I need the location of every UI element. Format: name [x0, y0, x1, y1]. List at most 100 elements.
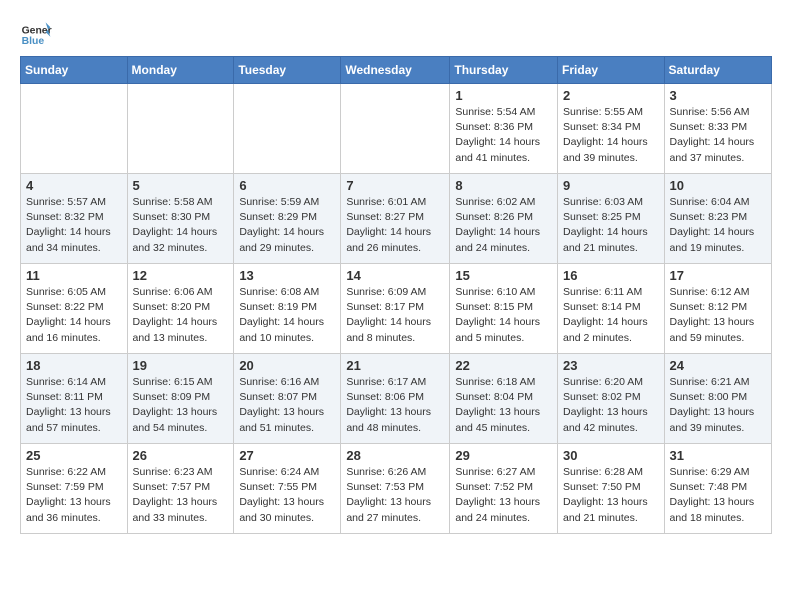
- day-number: 1: [455, 88, 552, 103]
- calendar-week-1: 1 Sunrise: 5:54 AM Sunset: 8:36 PM Daylig…: [21, 84, 772, 174]
- calendar-cell: 8 Sunrise: 6:02 AM Sunset: 8:26 PM Daylig…: [450, 174, 558, 264]
- calendar-cell: 1 Sunrise: 5:54 AM Sunset: 8:36 PM Daylig…: [450, 84, 558, 174]
- day-of-week-friday: Friday: [558, 57, 665, 84]
- day-info: Sunrise: 5:54 AM Sunset: 8:36 PM Dayligh…: [455, 105, 552, 166]
- day-info: Sunrise: 6:02 AM Sunset: 8:26 PM Dayligh…: [455, 195, 552, 256]
- svg-text:Blue: Blue: [22, 36, 45, 47]
- day-info: Sunrise: 6:28 AM Sunset: 7:50 PM Dayligh…: [563, 465, 659, 526]
- calendar-week-2: 4 Sunrise: 5:57 AM Sunset: 8:32 PM Daylig…: [21, 174, 772, 264]
- calendar-cell: 21 Sunrise: 6:17 AM Sunset: 8:06 PM Dayli…: [341, 354, 450, 444]
- day-info: Sunrise: 6:21 AM Sunset: 8:00 PM Dayligh…: [670, 375, 766, 436]
- day-info: Sunrise: 6:22 AM Sunset: 7:59 PM Dayligh…: [26, 465, 122, 526]
- calendar-cell: 28Sunrise: 6:26 AM Sunset: 7:53 PM Dayli…: [341, 444, 450, 534]
- calendar-cell: 17Sunrise: 6:12 AM Sunset: 8:12 PM Dayli…: [664, 264, 771, 354]
- logo: General Blue: [20, 16, 52, 48]
- calendar-cell: 31 Sunrise: 6:29 AM Sunset: 7:48 PM Dayli…: [664, 444, 771, 534]
- day-number: 4: [26, 178, 122, 193]
- calendar-cell: 4 Sunrise: 5:57 AM Sunset: 8:32 PM Daylig…: [21, 174, 128, 264]
- calendar-cell: [21, 84, 128, 174]
- calendar-week-5: 25 Sunrise: 6:22 AM Sunset: 7:59 PM Dayli…: [21, 444, 772, 534]
- day-number: 29: [455, 448, 552, 463]
- calendar-cell: 25 Sunrise: 6:22 AM Sunset: 7:59 PM Dayli…: [21, 444, 128, 534]
- day-info: Sunrise: 6:09 AM Sunset: 8:17 PM Dayligh…: [346, 285, 444, 346]
- day-number: 21: [346, 358, 444, 373]
- day-info: Sunrise: 5:59 AM Sunset: 8:29 PM Dayligh…: [239, 195, 335, 256]
- day-number: 31: [670, 448, 766, 463]
- day-number: 3: [670, 88, 766, 103]
- calendar-cell: 6 Sunrise: 5:59 AM Sunset: 8:29 PM Daylig…: [234, 174, 341, 264]
- calendar-cell: 3 Sunrise: 5:56 AM Sunset: 8:33 PM Daylig…: [664, 84, 771, 174]
- calendar-week-4: 18 Sunrise: 6:14 AM Sunset: 8:11 PM Dayli…: [21, 354, 772, 444]
- page-header: General Blue: [20, 16, 772, 48]
- day-of-week-monday: Monday: [127, 57, 234, 84]
- calendar-cell: 20Sunrise: 6:16 AM Sunset: 8:07 PM Dayli…: [234, 354, 341, 444]
- day-number: 20: [239, 358, 335, 373]
- day-number: 13: [239, 268, 335, 283]
- calendar-cell: 16 Sunrise: 6:11 AM Sunset: 8:14 PM Dayli…: [558, 264, 665, 354]
- day-info: Sunrise: 6:11 AM Sunset: 8:14 PM Dayligh…: [563, 285, 659, 346]
- calendar-body: 1 Sunrise: 5:54 AM Sunset: 8:36 PM Daylig…: [21, 84, 772, 534]
- calendar-cell: 23 Sunrise: 6:20 AM Sunset: 8:02 PM Dayli…: [558, 354, 665, 444]
- day-number: 8: [455, 178, 552, 193]
- day-number: 25: [26, 448, 122, 463]
- day-info: Sunrise: 6:26 AM Sunset: 7:53 PM Dayligh…: [346, 465, 444, 526]
- calendar-cell: 2Sunrise: 5:55 AM Sunset: 8:34 PM Daylig…: [558, 84, 665, 174]
- calendar-table: SundayMondayTuesdayWednesdayThursdayFrid…: [20, 56, 772, 534]
- calendar-cell: 13 Sunrise: 6:08 AM Sunset: 8:19 PM Dayli…: [234, 264, 341, 354]
- day-info: Sunrise: 6:08 AM Sunset: 8:19 PM Dayligh…: [239, 285, 335, 346]
- calendar-cell: 12Sunrise: 6:06 AM Sunset: 8:20 PM Dayli…: [127, 264, 234, 354]
- day-info: Sunrise: 6:29 AM Sunset: 7:48 PM Dayligh…: [670, 465, 766, 526]
- day-info: Sunrise: 5:56 AM Sunset: 8:33 PM Dayligh…: [670, 105, 766, 166]
- logo-icon: General Blue: [20, 16, 52, 48]
- calendar-cell: 14 Sunrise: 6:09 AM Sunset: 8:17 PM Dayli…: [341, 264, 450, 354]
- day-number: 24: [670, 358, 766, 373]
- calendar-cell: 26Sunrise: 6:23 AM Sunset: 7:57 PM Dayli…: [127, 444, 234, 534]
- day-info: Sunrise: 6:24 AM Sunset: 7:55 PM Dayligh…: [239, 465, 335, 526]
- day-number: 15: [455, 268, 552, 283]
- day-number: 26: [133, 448, 229, 463]
- day-info: Sunrise: 5:58 AM Sunset: 8:30 PM Dayligh…: [133, 195, 229, 256]
- calendar-cell: 11Sunrise: 6:05 AM Sunset: 8:22 PM Dayli…: [21, 264, 128, 354]
- day-number: 6: [239, 178, 335, 193]
- calendar-cell: 29 Sunrise: 6:27 AM Sunset: 7:52 PM Dayli…: [450, 444, 558, 534]
- day-number: 16: [563, 268, 659, 283]
- day-info: Sunrise: 6:18 AM Sunset: 8:04 PM Dayligh…: [455, 375, 552, 436]
- day-info: Sunrise: 6:27 AM Sunset: 7:52 PM Dayligh…: [455, 465, 552, 526]
- day-number: 23: [563, 358, 659, 373]
- calendar-cell: 5 Sunrise: 5:58 AM Sunset: 8:30 PM Daylig…: [127, 174, 234, 264]
- day-number: 30: [563, 448, 659, 463]
- calendar-cell: 18 Sunrise: 6:14 AM Sunset: 8:11 PM Dayli…: [21, 354, 128, 444]
- calendar-cell: 27 Sunrise: 6:24 AM Sunset: 7:55 PM Dayli…: [234, 444, 341, 534]
- day-number: 5: [133, 178, 229, 193]
- day-info: Sunrise: 6:01 AM Sunset: 8:27 PM Dayligh…: [346, 195, 444, 256]
- day-of-week-tuesday: Tuesday: [234, 57, 341, 84]
- day-number: 17: [670, 268, 766, 283]
- calendar-cell: 24 Sunrise: 6:21 AM Sunset: 8:00 PM Dayli…: [664, 354, 771, 444]
- calendar-cell: [127, 84, 234, 174]
- calendar-week-3: 11Sunrise: 6:05 AM Sunset: 8:22 PM Dayli…: [21, 264, 772, 354]
- day-number: 14: [346, 268, 444, 283]
- calendar-cell: 22Sunrise: 6:18 AM Sunset: 8:04 PM Dayli…: [450, 354, 558, 444]
- calendar-cell: 30 Sunrise: 6:28 AM Sunset: 7:50 PM Dayli…: [558, 444, 665, 534]
- days-of-week-row: SundayMondayTuesdayWednesdayThursdayFrid…: [21, 57, 772, 84]
- day-number: 9: [563, 178, 659, 193]
- day-of-week-thursday: Thursday: [450, 57, 558, 84]
- day-info: Sunrise: 6:03 AM Sunset: 8:25 PM Dayligh…: [563, 195, 659, 256]
- calendar-cell: 10Sunrise: 6:04 AM Sunset: 8:23 PM Dayli…: [664, 174, 771, 264]
- day-info: Sunrise: 6:10 AM Sunset: 8:15 PM Dayligh…: [455, 285, 552, 346]
- day-info: Sunrise: 5:57 AM Sunset: 8:32 PM Dayligh…: [26, 195, 122, 256]
- calendar-cell: 7 Sunrise: 6:01 AM Sunset: 8:27 PM Daylig…: [341, 174, 450, 264]
- day-info: Sunrise: 6:17 AM Sunset: 8:06 PM Dayligh…: [346, 375, 444, 436]
- calendar-cell: 19Sunrise: 6:15 AM Sunset: 8:09 PM Dayli…: [127, 354, 234, 444]
- day-number: 12: [133, 268, 229, 283]
- day-info: Sunrise: 6:14 AM Sunset: 8:11 PM Dayligh…: [26, 375, 122, 436]
- day-number: 7: [346, 178, 444, 193]
- day-number: 11: [26, 268, 122, 283]
- calendar-cell: [234, 84, 341, 174]
- day-info: Sunrise: 6:04 AM Sunset: 8:23 PM Dayligh…: [670, 195, 766, 256]
- day-number: 27: [239, 448, 335, 463]
- day-of-week-sunday: Sunday: [21, 57, 128, 84]
- day-of-week-wednesday: Wednesday: [341, 57, 450, 84]
- day-info: Sunrise: 6:20 AM Sunset: 8:02 PM Dayligh…: [563, 375, 659, 436]
- day-number: 18: [26, 358, 122, 373]
